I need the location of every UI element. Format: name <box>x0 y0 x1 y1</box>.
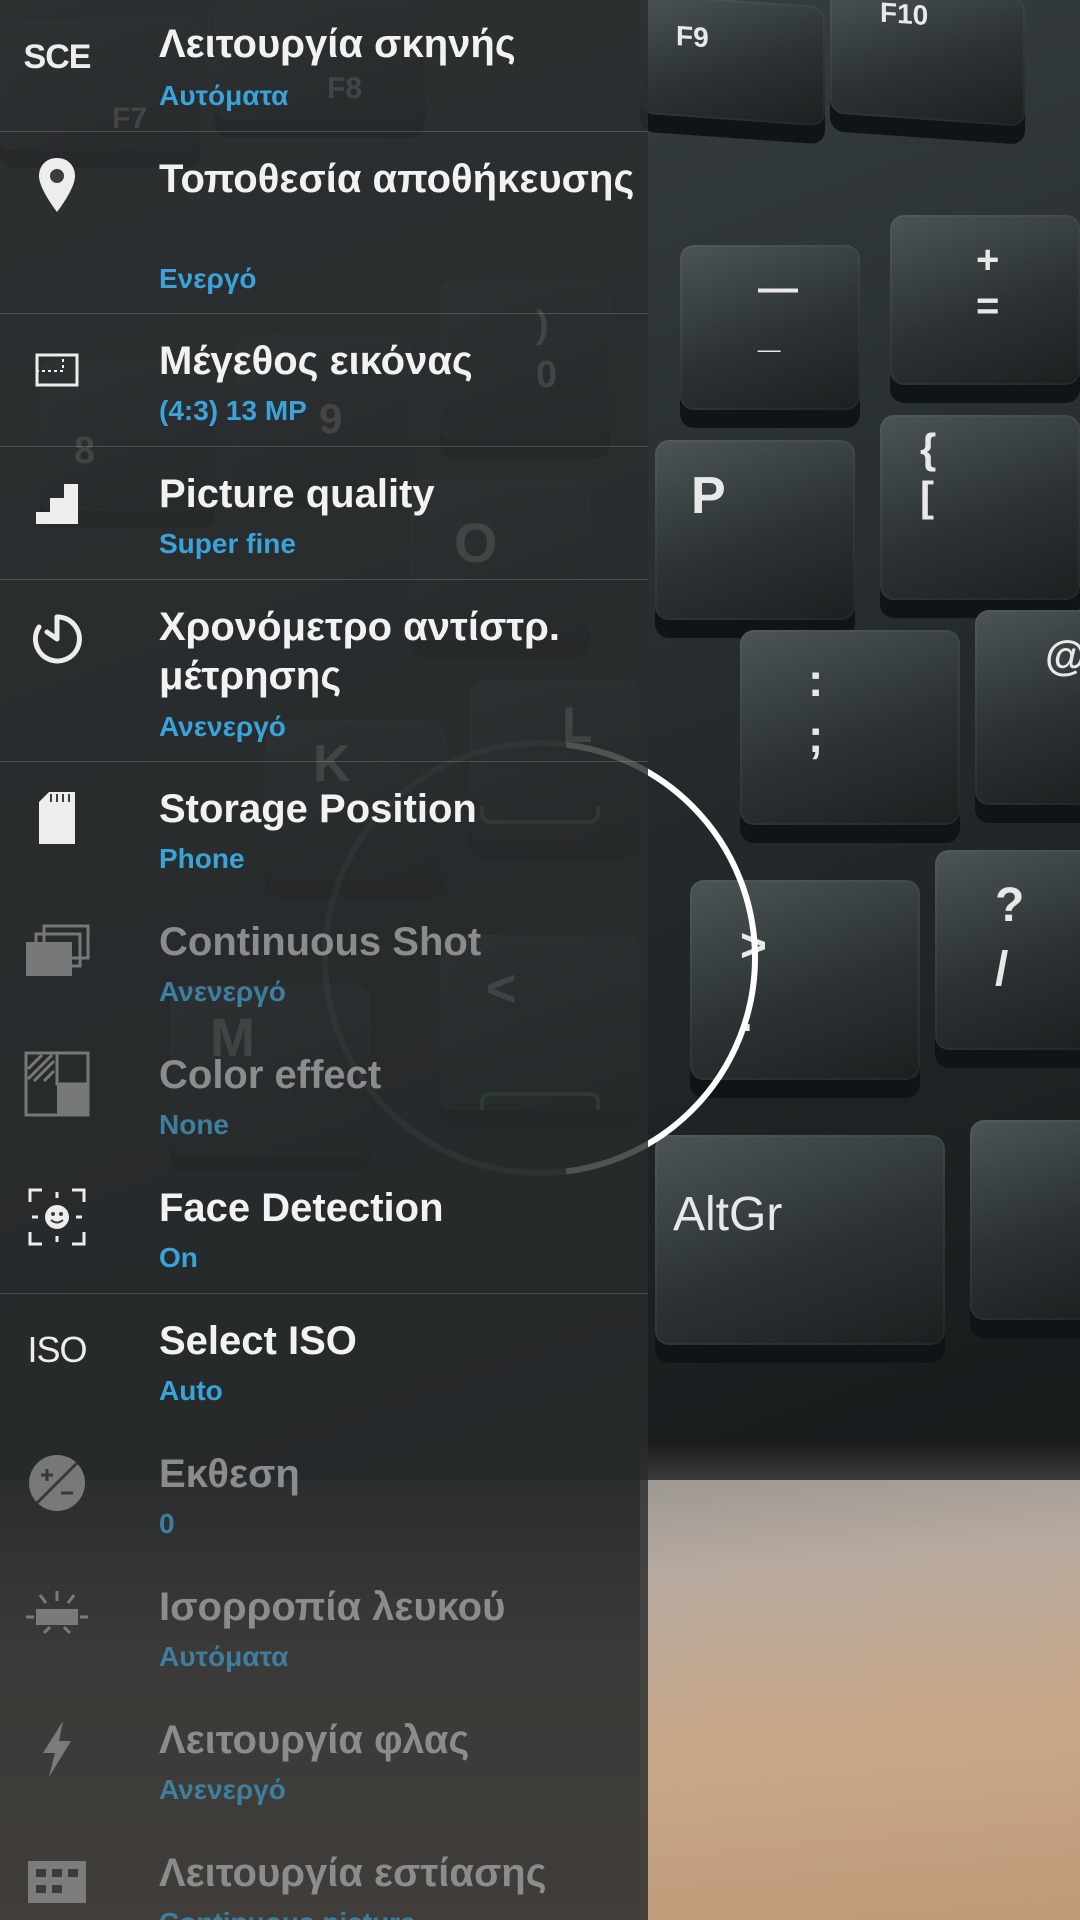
camera-settings-panel[interactable]: SCE Λειτουργία σκηνής Αυτόματα Τοποθεσία… <box>0 0 648 1920</box>
setting-white-balance: Ισορροπία λευκού Αυτόματα <box>0 1559 648 1692</box>
key-label: F9 <box>676 20 709 54</box>
iso-icon: ISO <box>22 1315 92 1385</box>
setting-title: Picture quality <box>159 472 435 516</box>
setting-title: Εκθεση <box>159 1452 300 1496</box>
setting-save-location[interactable]: Τοποθεσία αποθήκευσης Ενεργό <box>0 131 648 314</box>
setting-title: Χρονόμετρο αντίστρ. μέτρησης <box>159 605 561 698</box>
key-label: — _ <box>758 266 798 356</box>
setting-title: Λειτουργία φλας <box>159 1718 470 1762</box>
setting-value: Ενεργό <box>159 263 257 294</box>
continuous-shot-icon <box>22 916 92 986</box>
setting-value: (4:3) 13 MP <box>159 395 307 426</box>
setting-value: Phone <box>159 843 245 874</box>
iso-icon-label: ISO <box>27 1329 87 1370</box>
sd-card-icon <box>22 783 92 853</box>
timer-icon <box>22 604 92 674</box>
key-f9: F9 <box>640 0 825 127</box>
setting-title: Face Detection <box>159 1186 444 1230</box>
setting-title: Ισορροπία λευκού <box>159 1585 506 1629</box>
face-detection-icon <box>22 1182 92 1252</box>
desk-surface <box>640 1480 1080 1920</box>
setting-title: Color effect <box>159 1053 382 1097</box>
setting-value: Super fine <box>159 528 296 559</box>
setting-face-detection[interactable]: Face Detection On <box>0 1160 648 1294</box>
setting-value: On <box>159 1242 198 1273</box>
exposure-icon <box>22 1448 92 1518</box>
setting-value: None <box>159 1109 229 1140</box>
key-question: ? / <box>935 850 1080 1050</box>
location-pin-icon <box>22 151 92 221</box>
setting-exposure: Εκθεση 0 <box>0 1426 648 1559</box>
setting-scene-mode[interactable]: SCE Λειτουργία σκηνής Αυτόματα <box>0 0 648 132</box>
setting-countdown-timer[interactable]: Χρονόμετρο αντίστρ. μέτρησης Ανενεργό <box>0 579 648 762</box>
setting-title: Λειτουργία εστίασης <box>159 1851 547 1895</box>
key-label: + = <box>976 238 1000 328</box>
setting-value: Ανενεργό <box>159 711 286 742</box>
setting-focus-mode: Λειτουργία εστίασης Continuous picture <box>0 1825 648 1920</box>
setting-continuous-shot: Continuous Shot Ανενεργό <box>0 894 648 1027</box>
setting-value: Ανενεργό <box>159 1774 286 1805</box>
setting-title: Λειτουργία σκηνής <box>159 22 516 66</box>
setting-value: Auto <box>159 1375 223 1406</box>
key-label: P <box>691 467 726 525</box>
quality-steps-icon <box>22 468 92 538</box>
setting-title: Μέγεθος εικόνας <box>159 339 473 383</box>
setting-storage-position[interactable]: Storage Position Phone <box>0 761 648 894</box>
setting-value: Ανενεργό <box>159 976 286 1007</box>
key-at: @ <box>975 610 1080 805</box>
key-minus: — _ <box>680 245 860 410</box>
key-plus: + = <box>890 215 1080 385</box>
setting-value: Continuous picture <box>159 1906 416 1920</box>
key-bracket: { [ <box>880 415 1080 600</box>
flash-icon <box>22 1714 92 1784</box>
focus-mode-icon <box>22 1847 92 1917</box>
key-label: AltGr <box>673 1188 783 1241</box>
key-right-edge <box>970 1120 1080 1320</box>
setting-title: Storage Position <box>159 787 477 831</box>
key-p: P <box>655 440 855 620</box>
setting-title: Select ISO <box>159 1319 357 1363</box>
setting-color-effect: Color effect None <box>0 1027 648 1160</box>
setting-picture-quality[interactable]: Picture quality Super fine <box>0 446 648 580</box>
key-label: ? / <box>995 879 1025 996</box>
white-balance-icon <box>22 1581 92 1651</box>
setting-title: Τοποθεσία αποθήκευσης <box>159 157 635 201</box>
setting-select-iso[interactable]: ISO Select ISO Auto <box>0 1293 648 1426</box>
key-f10: F10 <box>830 0 1025 127</box>
key-label: @ <box>1045 632 1080 680</box>
key-label: F10 <box>880 0 929 32</box>
key-label: { [ <box>920 425 937 520</box>
setting-value: 0 <box>159 1508 175 1539</box>
key-label: : ; <box>808 654 824 762</box>
setting-value: Αυτόματα <box>159 80 289 111</box>
setting-value: Αυτόματα <box>159 1641 289 1672</box>
setting-flash-mode: Λειτουργία φλας Ανενεργό <box>0 1692 648 1825</box>
setting-title: Continuous Shot <box>159 920 482 964</box>
scene-mode-icon: SCE <box>22 22 92 92</box>
key-semicolon: : ; <box>740 630 960 825</box>
scene-mode-icon-label: SCE <box>23 37 92 76</box>
key-altgr: AltGr <box>655 1135 945 1345</box>
setting-image-size[interactable]: Μέγεθος εικόνας (4:3) 13 MP <box>0 313 648 447</box>
color-effect-icon <box>22 1049 92 1119</box>
image-size-icon <box>22 335 92 405</box>
